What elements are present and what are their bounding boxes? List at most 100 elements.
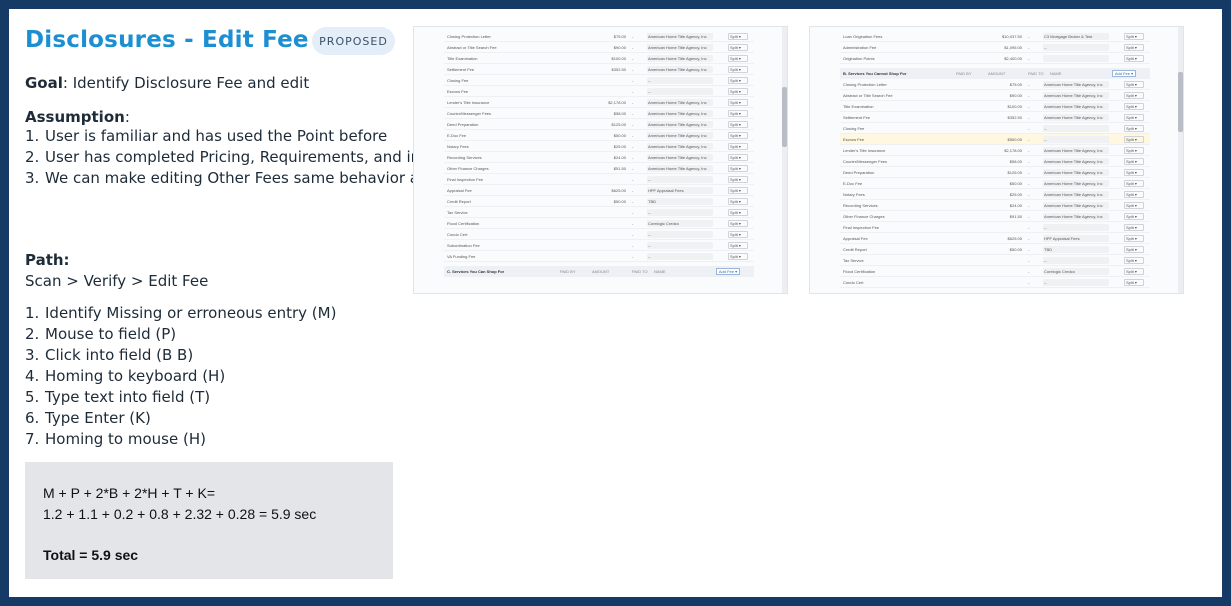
fee-split-select[interactable]: Split ▾ — [1124, 81, 1144, 88]
fee-payee[interactable]: American Home Title Agency, Inc — [647, 165, 713, 172]
fee-amount[interactable]: $125.00 — [592, 122, 626, 127]
fee-amount[interactable]: $90.00 — [988, 93, 1022, 98]
fee-split-select[interactable]: Split ▾ — [728, 55, 748, 62]
fee-payee[interactable]: American Home Title Agency, Inc — [1043, 147, 1109, 154]
scroll-thumb[interactable] — [1178, 72, 1183, 132]
fee-amount[interactable]: $25.00 — [988, 192, 1022, 197]
fee-split-select[interactable]: Split ▾ — [1124, 213, 1144, 220]
fee-payee[interactable]: American Home Title Agency, Inc — [647, 110, 713, 117]
fee-amount[interactable]: $51.50 — [592, 166, 626, 171]
fee-amount[interactable]: $50.00 — [988, 181, 1022, 186]
fee-amount[interactable]: $2,178.00 — [988, 148, 1022, 153]
fee-payee[interactable]: American Home Title Agency, Inc — [1043, 114, 1109, 121]
fee-payee[interactable]: American Home Title Agency, Inc — [1043, 81, 1109, 88]
fee-payee[interactable]: -- — [647, 77, 713, 84]
table-row[interactable]: Condo Cert - -- Split ▾ — [840, 277, 1150, 288]
fee-amount[interactable]: $352.50 — [592, 67, 626, 72]
table-row[interactable]: Tax Service - -- Split ▾ — [840, 255, 1150, 266]
fee-split-select[interactable]: Split ▾ — [728, 154, 748, 161]
fee-amount[interactable]: $2,400.00 — [988, 56, 1022, 61]
fee-amount[interactable]: $10,037.50 — [988, 34, 1022, 39]
fee-split-select[interactable]: Split ▾ — [728, 187, 748, 194]
table-row[interactable]: Notary Fees $25.00 - American Home Title Ag… — [840, 189, 1150, 200]
fee-split-select[interactable]: Split ▾ — [728, 77, 748, 84]
fee-amount[interactable]: $25.00 — [592, 144, 626, 149]
fee-payee[interactable] — [1043, 55, 1109, 62]
fee-payee[interactable]: -- — [1043, 279, 1109, 286]
fee-amount[interactable]: $125.00 — [988, 170, 1022, 175]
table-row[interactable]: Tax Service - -- Split ▾ — [444, 207, 754, 218]
fee-split-select[interactable]: Split ▾ — [728, 143, 748, 150]
fee-amount[interactable]: $58.00 — [988, 159, 1022, 164]
fee-split-select[interactable]: Split ▾ — [728, 66, 748, 73]
table-row[interactable]: Flood Certification - Corelogic Credco Spli… — [840, 266, 1150, 277]
fee-payee[interactable]: American Home Title Agency, Inc — [1043, 169, 1109, 176]
table-row[interactable]: Courier/Messenger Fees $58.00 - American Ho… — [444, 108, 754, 119]
fee-payee[interactable]: -- — [647, 176, 713, 183]
fee-amount[interactable]: $1,095.00 — [988, 45, 1022, 50]
fee-split-select[interactable]: Split ▾ — [1124, 158, 1144, 165]
fee-split-select[interactable]: Split ▾ — [1124, 202, 1144, 209]
fee-payee[interactable]: American Home Title Agency, Inc — [1043, 213, 1109, 220]
fee-payee[interactable]: -- — [1043, 257, 1109, 264]
fee-payee[interactable]: -- — [1043, 224, 1109, 231]
fee-split-select[interactable]: Split ▾ — [1124, 55, 1144, 62]
fee-payee[interactable]: -- — [1043, 125, 1109, 132]
fee-amount[interactable]: $58.00 — [592, 111, 626, 116]
fee-split-select[interactable]: Split ▾ — [728, 121, 748, 128]
fee-split-select[interactable]: Split ▾ — [1124, 224, 1144, 231]
fee-split-select[interactable]: Split ▾ — [728, 253, 748, 260]
scrollbar[interactable] — [782, 27, 787, 293]
fee-amount[interactable]: $75.00 — [988, 82, 1022, 87]
table-row[interactable]: Notary Fees $25.00 - American Home Title Ag… — [444, 141, 754, 152]
fee-split-select[interactable]: Split ▾ — [1124, 268, 1144, 275]
fee-payee[interactable]: American Home Title Agency, Inc — [1043, 103, 1109, 110]
fee-split-select[interactable]: Split ▾ — [1124, 246, 1144, 253]
fee-split-select[interactable]: Split ▾ — [728, 44, 748, 51]
table-row[interactable]: Final Inspection Fee - -- Split ▾ — [444, 174, 754, 185]
table-row[interactable]: Lender's Title Insurance $2,178.00 - Americ… — [840, 145, 1150, 156]
fee-split-select[interactable]: Split ▾ — [1124, 114, 1144, 121]
fee-split-select[interactable]: Split ▾ — [1124, 279, 1144, 286]
fee-amount[interactable]: $50.00 — [592, 133, 626, 138]
fee-split-select[interactable]: Split ▾ — [1124, 92, 1144, 99]
fee-amount[interactable]: $50.00 — [988, 247, 1022, 252]
table-row[interactable]: Other Finance Charges $91.50 - American Hom… — [840, 211, 1150, 222]
fee-split-select[interactable]: Split ▾ — [1124, 103, 1144, 110]
table-row[interactable]: Appraisal Fee $625.00 - HPF Appraisal Fees S… — [444, 185, 754, 196]
fee-payee[interactable]: American Home Title Agency, Inc — [1043, 202, 1109, 209]
fee-split-select[interactable]: Split ▾ — [728, 110, 748, 117]
table-row[interactable]: Final Inspection Fee - -- Split ▾ — [840, 222, 1150, 233]
table-row[interactable]: Subordination Fee - -- Split ▾ — [444, 240, 754, 251]
fee-amount[interactable]: $625.00 — [592, 188, 626, 193]
fee-split-select[interactable]: Split ▾ — [1124, 33, 1144, 40]
table-row[interactable]: Origination Points $2,400.00 - Split ▾ — [840, 53, 1150, 64]
table-row[interactable]: Escrow Fee - -- Split ▾ — [444, 86, 754, 97]
table-row[interactable]: Deed Preparation $125.00 - American Home Ti… — [840, 167, 1150, 178]
fee-amount[interactable]: $24.00 — [988, 203, 1022, 208]
fee-payee[interactable]: TBD — [647, 198, 713, 205]
fee-amount[interactable]: $352.50 — [988, 115, 1022, 120]
fee-amount[interactable]: $2,178.00 — [592, 100, 626, 105]
fee-payee[interactable]: Corelogic Credco — [1043, 268, 1109, 275]
fee-split-select[interactable]: Split ▾ — [728, 165, 748, 172]
table-row[interactable]: Credit Report $50.00 - TBD Split ▾ — [444, 196, 754, 207]
fee-amount[interactable]: $100.00 — [592, 56, 626, 61]
fee-payee[interactable]: American Home Title Agency, Inc — [647, 132, 713, 139]
fee-split-select[interactable]: Split ▾ — [728, 220, 748, 227]
table-row[interactable]: Other Finance Charges $51.50 - American Hom… — [444, 163, 754, 174]
table-row[interactable]: Abstract or Title Search Fee $90.00 - Ameri… — [840, 90, 1150, 101]
table-row[interactable]: Lender's Title Insurance $2,178.00 - Americ… — [444, 97, 754, 108]
fee-split-select[interactable]: Split ▾ — [1124, 180, 1144, 187]
table-row[interactable]: VA Funding Fee - -- Split ▾ — [444, 251, 754, 262]
scroll-thumb[interactable] — [782, 87, 787, 147]
fee-payee[interactable]: HPF Appraisal Fees — [647, 187, 713, 194]
scrollbar[interactable] — [1178, 27, 1183, 293]
fee-payee[interactable]: HPF Appraisal Fees — [1043, 235, 1109, 242]
add-fee-button[interactable]: Add Fee ▾ — [716, 268, 740, 275]
fee-payee[interactable]: American Home Title Agency, Inc — [1043, 180, 1109, 187]
table-row[interactable]: Credit Report $50.00 - TBD Split ▾ — [840, 244, 1150, 255]
table-row[interactable]: Settlement Fee $352.50 - American Home Titl… — [840, 112, 1150, 123]
fee-payee[interactable]: American Home Title Agency, Inc — [1043, 158, 1109, 165]
fee-payee[interactable]: -- — [1043, 136, 1109, 143]
